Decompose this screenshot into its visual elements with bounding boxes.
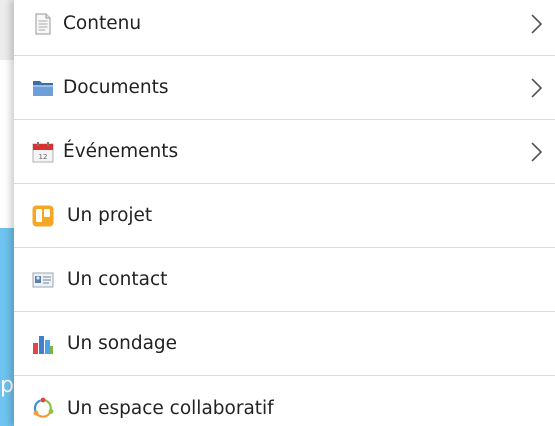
calendar-icon: 12	[32, 141, 54, 162]
menu-item-label: Événements	[63, 141, 179, 162]
document-icon	[35, 13, 51, 34]
bar-chart-icon	[33, 335, 53, 354]
menu-item-un-projet[interactable]: Un projet	[14, 184, 555, 248]
svg-text:12: 12	[39, 153, 48, 161]
menu-item-documents[interactable]: Documents	[14, 56, 555, 120]
menu-item-un-espace-collaboratif[interactable]: Un espace collaboratif	[14, 376, 555, 426]
menu-item-label: Un espace collaboratif	[67, 397, 274, 419]
chevron-right-icon	[531, 13, 543, 34]
collaborative-space-icon	[33, 397, 54, 418]
chevron-right-icon	[531, 77, 543, 98]
add-menu-panel: Contenu Documents 12 Événements Un proje…	[14, 0, 555, 426]
menu-item-label: Un sondage	[67, 333, 178, 354]
menu-item-evenements[interactable]: 12 Événements	[14, 120, 555, 184]
menu-item-contenu[interactable]: Contenu	[14, 0, 555, 56]
menu-item-un-sondage[interactable]: Un sondage	[14, 312, 555, 376]
background-app-content	[0, 60, 14, 228]
menu-item-label: Un projet	[67, 205, 153, 226]
menu-item-un-contact[interactable]: Un contact	[14, 248, 555, 312]
contact-card-icon	[32, 272, 54, 287]
menu-item-label: Documents	[63, 77, 169, 98]
menu-item-label: Contenu	[63, 13, 142, 34]
menu-item-label: Un contact	[67, 269, 168, 290]
project-board-icon	[32, 205, 54, 226]
background-app-header	[0, 0, 14, 60]
chevron-right-icon	[531, 141, 543, 162]
background-app-text: p	[0, 373, 14, 398]
screen: p Contenu Documents 12 Événements Un pro…	[0, 0, 555, 426]
folder-icon	[33, 80, 53, 96]
